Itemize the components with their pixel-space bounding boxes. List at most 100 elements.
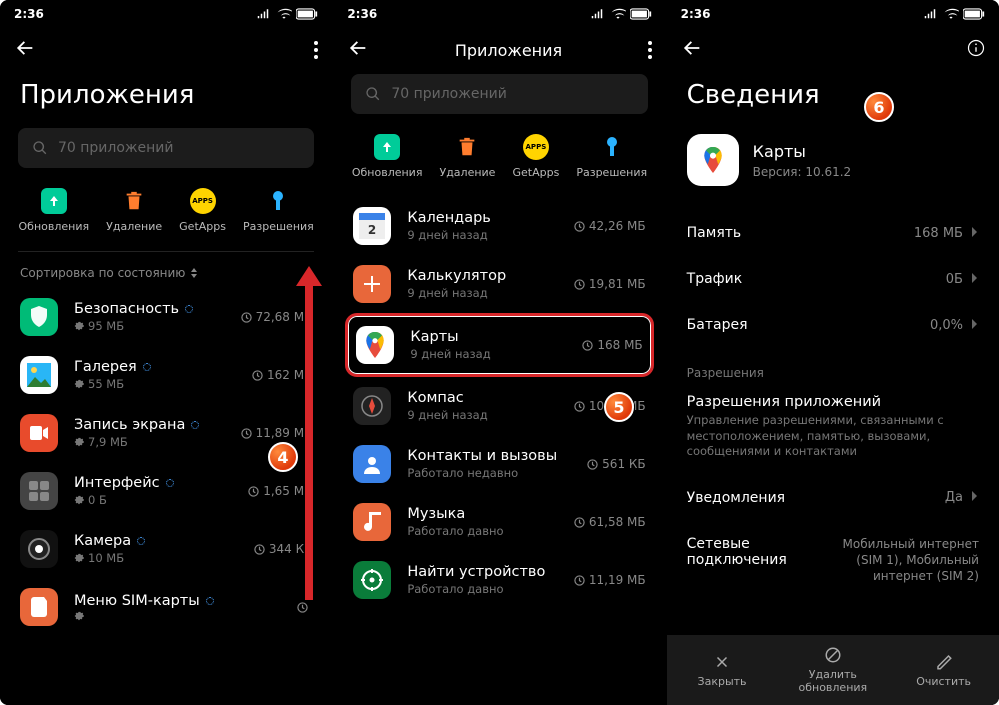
quick-actions: Обновления Удаление APPSGetApps Разрешен… bbox=[333, 134, 665, 197]
app-item[interactable]: Найти устройство Работало давно 11,19 МБ bbox=[345, 551, 653, 609]
chevron-right-icon bbox=[969, 272, 979, 287]
app-header: Карты Версия: 10.61.2 bbox=[687, 116, 979, 210]
app-version: Версия: 10.61.2 bbox=[753, 165, 852, 179]
page-title: Приложения bbox=[369, 41, 647, 60]
app-name: Интерфейс bbox=[74, 475, 160, 491]
marker-6: 6 bbox=[864, 92, 894, 122]
row-memory[interactable]: Память 168 МБ bbox=[687, 210, 979, 256]
app-item[interactable]: Музыка Работало давно 61,58 МБ bbox=[345, 493, 653, 551]
app-sub: 9 дней назад bbox=[407, 408, 487, 422]
app-name: Безопасность bbox=[74, 301, 179, 317]
search-placeholder: 70 приложений bbox=[58, 140, 174, 156]
app-size: 561 КБ bbox=[602, 457, 645, 471]
chevron-right-icon bbox=[969, 226, 979, 241]
screen-apps-2: 2:36 Приложения 70 приложений Обновления… bbox=[333, 0, 665, 705]
status-time: 2:36 bbox=[14, 7, 44, 21]
app-name: Калькулятор bbox=[407, 268, 506, 284]
close-button[interactable]: Закрыть bbox=[667, 635, 778, 705]
search-input[interactable]: 70 приложений bbox=[351, 74, 647, 114]
screen-app-details: 2:36 Сведения Карты Версия: 10.61.2 bbox=[667, 0, 999, 705]
app-size: 11,89 МБ bbox=[256, 426, 313, 440]
back-icon[interactable] bbox=[14, 37, 36, 63]
row-notifications[interactable]: Уведомления Да bbox=[687, 475, 979, 521]
sort-row[interactable]: Сортировка по состоянию bbox=[0, 266, 332, 288]
app-sub: 10 МБ bbox=[88, 551, 124, 565]
app-item[interactable]: Галерея 55 МБ 162 МБ bbox=[12, 346, 320, 404]
search-input[interactable]: 70 приложений bbox=[18, 128, 314, 168]
section-label: Разрешения bbox=[687, 348, 979, 388]
row-network[interactable]: Сетевые подключения Мобильный интернет (… bbox=[687, 521, 979, 600]
app-sub: 7,9 МБ bbox=[88, 435, 128, 449]
status-icons bbox=[924, 8, 985, 20]
page-title: Приложения bbox=[0, 72, 332, 128]
app-item[interactable]: Карты 9 дней назад 168 МБ bbox=[345, 313, 653, 377]
chevron-right-icon bbox=[969, 490, 979, 505]
divider bbox=[18, 251, 314, 252]
page-title: Сведения bbox=[667, 72, 999, 116]
arrow-up bbox=[305, 280, 313, 600]
statusbar: 2:36 bbox=[333, 0, 665, 28]
maps-icon bbox=[687, 134, 739, 186]
app-item[interactable]: Контакты и вызовы Работало недавно 561 К… bbox=[345, 435, 653, 493]
status-badge bbox=[185, 305, 193, 313]
uninstall-updates-button[interactable]: Удалить обновления bbox=[777, 635, 888, 705]
status-badge bbox=[143, 363, 151, 371]
status-time: 2:36 bbox=[347, 7, 377, 21]
qa-delete[interactable]: Удаление bbox=[439, 134, 495, 179]
app-name: Карты bbox=[410, 329, 458, 345]
app-item[interactable]: Камера 10 МБ 344 КБ bbox=[12, 520, 320, 578]
app-sub: 9 дней назад bbox=[407, 228, 487, 242]
qa-updates[interactable]: Обновления bbox=[19, 188, 90, 233]
back-icon[interactable] bbox=[347, 37, 369, 63]
app-item[interactable]: Интерфейс 0 Б 1,65 МБ bbox=[12, 462, 320, 520]
chevron-right-icon bbox=[969, 318, 979, 333]
marker-4: 4 bbox=[268, 442, 298, 472]
row-traffic[interactable]: Трафик 0Б bbox=[687, 256, 979, 302]
clear-button[interactable]: Очистить bbox=[888, 635, 999, 705]
app-item[interactable]: Безопасность 95 МБ 72,68 МБ bbox=[12, 288, 320, 346]
app-size: 168 МБ bbox=[597, 338, 642, 352]
app-name: Карты bbox=[753, 142, 852, 161]
bottom-bar: Закрыть Удалить обновления Очистить bbox=[667, 635, 999, 705]
app-name: Галерея bbox=[74, 359, 137, 375]
status-badge bbox=[166, 479, 174, 487]
status-icons bbox=[591, 8, 652, 20]
qa-getapps[interactable]: APPS GetApps bbox=[179, 188, 226, 233]
qa-perms[interactable]: Разрешения bbox=[243, 188, 314, 233]
app-name: Музыка bbox=[407, 506, 465, 522]
search-placeholder: 70 приложений bbox=[391, 86, 507, 102]
app-size: 72,68 МБ bbox=[256, 310, 313, 324]
app-name: Запись экрана bbox=[74, 417, 185, 433]
app-sub: Работало недавно bbox=[407, 466, 518, 480]
statusbar: 2:36 bbox=[0, 0, 332, 28]
app-size: 19,81 МБ bbox=[589, 277, 646, 291]
svg-text:2: 2 bbox=[368, 223, 376, 237]
qa-getapps[interactable]: APPSGetApps bbox=[512, 134, 559, 179]
back-icon[interactable] bbox=[681, 37, 703, 63]
app-item[interactable]: Меню SIM-карты bbox=[12, 578, 320, 636]
status-badge bbox=[137, 537, 145, 545]
status-time: 2:36 bbox=[681, 7, 711, 21]
menu-icon[interactable] bbox=[648, 41, 652, 59]
topbar bbox=[0, 28, 332, 72]
app-item[interactable]: 2 Календарь 9 дней назад 42,26 МБ bbox=[345, 197, 653, 255]
qa-perms[interactable]: Разрешения bbox=[576, 134, 647, 179]
app-name: Компас bbox=[407, 390, 463, 406]
topbar: Приложения bbox=[333, 28, 665, 72]
statusbar: 2:36 bbox=[667, 0, 999, 28]
app-item[interactable]: Калькулятор 9 дней назад 19,81 МБ bbox=[345, 255, 653, 313]
qa-delete[interactable]: Удаление bbox=[106, 188, 162, 233]
info-icon[interactable] bbox=[967, 39, 985, 61]
menu-icon[interactable] bbox=[314, 41, 318, 59]
app-sub: 9 дней назад bbox=[410, 347, 490, 361]
app-name: Контакты и вызовы bbox=[407, 448, 557, 464]
app-sub: 9 дней назад bbox=[407, 286, 487, 300]
qa-updates[interactable]: Обновления bbox=[352, 134, 423, 179]
app-name: Камера bbox=[74, 533, 131, 549]
row-app-perms[interactable]: Разрешения приложений Управление разреше… bbox=[687, 388, 979, 475]
row-battery[interactable]: Батарея 0,0% bbox=[687, 302, 979, 348]
app-name: Календарь bbox=[407, 210, 491, 226]
app-name: Меню SIM-карты bbox=[74, 593, 200, 609]
status-badge bbox=[206, 597, 214, 605]
quick-actions: Обновления Удаление APPS GetApps Разреше… bbox=[0, 188, 332, 251]
